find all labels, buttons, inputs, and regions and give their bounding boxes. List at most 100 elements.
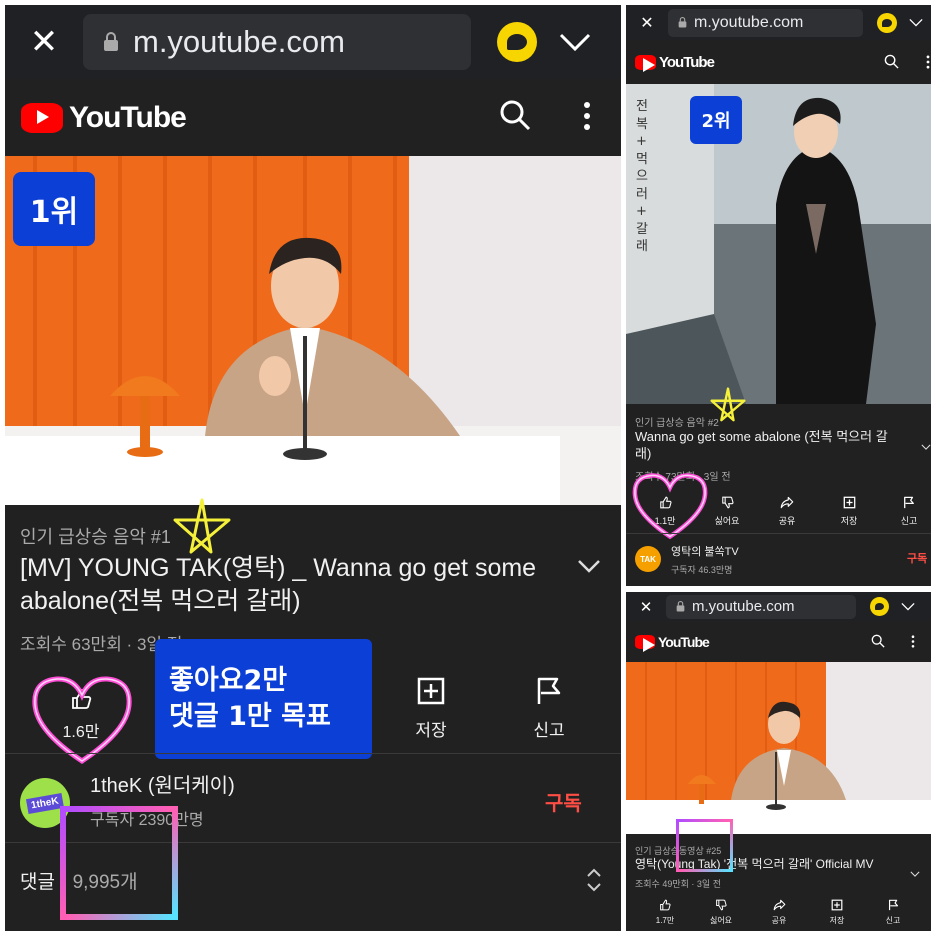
- channel-row[interactable]: TAK 영탁의 불쏙TV 구독자 46.3만명 구독: [626, 539, 931, 579]
- chevron-down-icon[interactable]: [559, 33, 591, 51]
- address-bar[interactable]: m.youtube.com: [666, 594, 856, 619]
- goal-text-line: 좋아요2만: [169, 664, 288, 696]
- more-vert-icon[interactable]: [926, 55, 930, 69]
- thumbnail-scene: [5, 156, 621, 505]
- subscribe-button[interactable]: 구독: [545, 787, 582, 816]
- lock-icon: [678, 17, 687, 28]
- share-icon: [773, 899, 785, 910]
- divider: [5, 753, 621, 754]
- kakao-talk-icon[interactable]: [497, 22, 537, 62]
- dislike-label: 싫어요: [709, 915, 733, 925]
- highlight-box: [676, 819, 733, 872]
- playlist-add-icon: [843, 496, 855, 508]
- expand-chevron-icon[interactable]: [910, 862, 920, 881]
- subscriber-count: 구독자 46.3만명: [671, 565, 733, 575]
- video-title-line: 래): [635, 445, 652, 461]
- highlight-box: [60, 806, 178, 920]
- search-icon[interactable]: [871, 634, 885, 648]
- address-bar[interactable]: m.youtube.com: [83, 14, 471, 70]
- chevron-down-icon[interactable]: [909, 18, 923, 27]
- divider: [626, 533, 931, 534]
- report-button[interactable]: 신고: [872, 894, 914, 930]
- screenshot-rank-1: ✕ m.youtube.com YouTube 1위 인기 급상승 음악 #1 …: [5, 5, 621, 931]
- kakao-talk-icon[interactable]: [877, 12, 897, 33]
- lock-icon: [104, 32, 118, 51]
- video-thumbnail[interactable]: 전복 + 먹으러 + 갈래 2위: [626, 84, 931, 404]
- heart-neon-icon: [632, 473, 708, 540]
- youtube-logo[interactable]: YouTube: [21, 100, 187, 135]
- chevron-down-icon[interactable]: [901, 602, 915, 611]
- expand-comments-icon[interactable]: [585, 867, 603, 897]
- like-button[interactable]: 1.7만: [644, 894, 686, 930]
- thumb-down-icon: [721, 496, 734, 508]
- action-bar: 1.7만 싫어요 공유 저장 신고: [626, 892, 931, 931]
- channel-name: 1theK (원더케이): [90, 775, 235, 797]
- thumb-down-icon: [716, 899, 727, 910]
- youtube-play-icon: [635, 634, 655, 652]
- save-label: 저장: [415, 720, 447, 740]
- comments-label: 댓글: [20, 872, 55, 893]
- like-count: 1.7만: [655, 915, 675, 925]
- lock-icon: [676, 601, 685, 612]
- save-button[interactable]: 저장: [389, 673, 473, 743]
- report-label: 신고: [533, 720, 565, 740]
- share-label: 공유: [778, 515, 796, 526]
- youtube-wordmark: YouTube: [69, 100, 187, 134]
- goal-text-line: 댓글 1만 목표: [169, 701, 331, 732]
- close-icon[interactable]: ✕: [626, 592, 666, 621]
- video-title: Wanna go get some abalone (전복 먹으러 갈 래): [635, 429, 915, 463]
- thumb-up-icon: [660, 899, 671, 910]
- dislike-button[interactable]: 싫어요: [700, 894, 742, 930]
- poster-vertical-text: 전복 + 먹으러 + 갈래: [636, 99, 648, 255]
- url-text: m.youtube.com: [133, 24, 345, 59]
- video-thumbnail[interactable]: 1위: [5, 156, 621, 505]
- rank-badge: 2위: [690, 96, 742, 144]
- report-button[interactable]: 신고: [888, 489, 930, 533]
- address-bar[interactable]: m.youtube.com: [668, 8, 863, 37]
- star-doodle-icon: [173, 498, 231, 554]
- youtube-wordmark: YouTube: [658, 633, 710, 650]
- subscribe-button[interactable]: 구독: [907, 550, 927, 566]
- action-bar: 1.1만 싫어요 공유 저장 신고: [626, 473, 931, 540]
- share-label: 공유: [771, 915, 787, 925]
- video-title-line: Wanna go get some abalone (전복 먹으러 갈: [635, 429, 888, 444]
- close-icon[interactable]: ✕: [5, 5, 83, 79]
- channel-avatar[interactable]: TAK: [635, 546, 661, 572]
- dislike-button[interactable]: 싫어요: [706, 489, 748, 533]
- share-button[interactable]: 공유: [766, 489, 808, 533]
- video-thumbnail[interactable]: [626, 662, 931, 834]
- share-button[interactable]: 공유: [758, 894, 800, 930]
- playlist-add-icon: [417, 677, 445, 704]
- flag-icon: [537, 677, 561, 704]
- expand-chevron-icon[interactable]: [921, 435, 931, 454]
- youtube-header: YouTube: [5, 79, 621, 156]
- flag-icon: [904, 496, 914, 508]
- report-button[interactable]: 신고: [507, 673, 591, 743]
- browser-bar: ✕ m.youtube.com: [626, 5, 931, 40]
- channel-name: 영탁의 불쏙TV: [671, 546, 739, 558]
- youtube-wordmark: YouTube: [659, 53, 715, 71]
- close-icon[interactable]: ✕: [626, 5, 668, 40]
- youtube-logo[interactable]: YouTube: [635, 53, 715, 73]
- youtube-logo[interactable]: YouTube: [635, 633, 710, 652]
- url-text: m.youtube.com: [694, 13, 804, 31]
- save-button[interactable]: 저장: [828, 489, 870, 533]
- share-icon: [780, 496, 794, 508]
- screenshot-rank-2: ✕ m.youtube.com YouTube 전복 + 먹으러 + 갈래 2위…: [626, 5, 931, 586]
- view-count: 조회수 49만회 · 3일 전: [635, 879, 721, 889]
- thumbnail-scene: [626, 84, 931, 404]
- url-text: m.youtube.com: [692, 598, 795, 615]
- expand-chevron-icon[interactable]: [577, 558, 601, 577]
- dislike-label: 싫어요: [714, 515, 740, 526]
- trending-label: 인기 급상승 음악 #2: [635, 418, 719, 429]
- more-vert-icon[interactable]: [583, 101, 591, 131]
- youtube-play-icon: [635, 54, 656, 73]
- star-doodle-icon: [710, 387, 746, 422]
- report-label: 신고: [885, 915, 901, 925]
- save-button[interactable]: 저장: [816, 894, 858, 930]
- search-icon[interactable]: [884, 54, 899, 69]
- kakao-talk-icon[interactable]: [870, 597, 889, 616]
- more-vert-icon[interactable]: [911, 635, 915, 648]
- search-icon[interactable]: [499, 99, 531, 131]
- video-title-line: abalone(전복 먹으러 갈래): [20, 586, 301, 615]
